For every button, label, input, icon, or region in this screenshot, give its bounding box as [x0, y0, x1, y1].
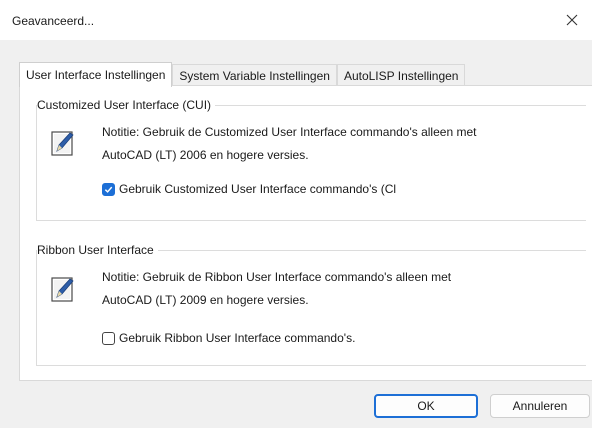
- notepad-icon: [51, 277, 74, 302]
- advanced-dialog: Geavanceerd... User Interface Instelling…: [0, 0, 592, 428]
- tab-user-interface[interactable]: User Interface Instellingen: [19, 62, 173, 87]
- tab-label: System Variable Instellingen: [179, 68, 330, 83]
- tab-system-variable[interactable]: System Variable Instellingen: [172, 64, 337, 86]
- note-line: Notitie: Gebruik de Ribbon User Interfac…: [102, 270, 452, 284]
- cui-note: Notitie: Gebruik de Customized User Inte…: [102, 121, 572, 167]
- checkmark-icon: [104, 186, 113, 193]
- ribbon-checkbox-label: Gebruik Ribbon User Interface commando's…: [119, 331, 356, 345]
- ribbon-note: Notitie: Gebruik de Ribbon User Interfac…: [102, 266, 572, 312]
- close-icon: [566, 14, 578, 26]
- cui-checkbox-label: Gebruik Customized User Interface comman…: [119, 182, 397, 196]
- tab-autolisp[interactable]: AutoLISP Instellingen: [336, 64, 466, 86]
- group-legend: Customized User Interface (CUI): [37, 98, 216, 112]
- note-line: AutoCAD (LT) 2006 en hogere versies.: [102, 148, 309, 162]
- close-button[interactable]: [552, 0, 592, 40]
- tab-label: AutoLISP Instellingen: [343, 68, 459, 83]
- user-interface-panel: Customized User Interface (CUI) Notitie:…: [19, 85, 592, 381]
- group-legend: Ribbon User Interface: [37, 243, 158, 257]
- ribbon-group: Ribbon User Interface Notitie: Gebruik d…: [36, 243, 586, 366]
- notepad-icon: [51, 131, 74, 156]
- cui-checkbox[interactable]: [102, 182, 115, 196]
- note-line: AutoCAD (LT) 2009 en hogere versies.: [102, 293, 309, 307]
- title-bar: Geavanceerd...: [0, 0, 592, 40]
- cancel-button[interactable]: Annuleren: [490, 394, 590, 418]
- cui-group: Customized User Interface (CUI) Notitie:…: [36, 98, 586, 221]
- tab-strip: User Interface Instellingen System Varia…: [19, 61, 466, 87]
- ok-button[interactable]: OK: [374, 394, 478, 418]
- cui-checkbox-row[interactable]: Gebruik Customized User Interface comman…: [102, 182, 396, 196]
- tab-label: User Interface Instellingen: [26, 68, 166, 82]
- note-line: Notitie: Gebruik de Customized User Inte…: [102, 125, 477, 139]
- ribbon-checkbox[interactable]: [102, 331, 115, 345]
- window-title: Geavanceerd...: [12, 14, 95, 28]
- ribbon-checkbox-row[interactable]: Gebruik Ribbon User Interface commando's…: [102, 331, 355, 345]
